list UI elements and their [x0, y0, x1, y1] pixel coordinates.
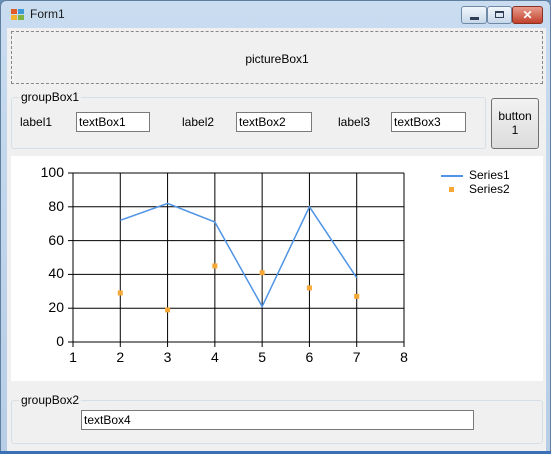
maximize-button[interactable]: [487, 6, 512, 24]
series2-point-1: [165, 307, 171, 313]
textbox1[interactable]: textBox1: [76, 112, 150, 132]
legend-series2-swatch: [438, 183, 462, 196]
y-tick-label: 100: [40, 164, 64, 180]
y-tick-label: 40: [48, 265, 64, 282]
legend-series1-swatch: [438, 169, 463, 182]
label3: label3: [338, 115, 371, 129]
x-tick-label: 1: [69, 349, 77, 365]
label2: label2: [182, 115, 215, 129]
y-tick-label: 20: [48, 299, 64, 316]
close-button[interactable]: ✕: [512, 6, 543, 24]
x-tick-label: 7: [352, 349, 361, 365]
series2-point-2: [212, 263, 218, 269]
textbox2[interactable]: textBox2: [236, 112, 312, 132]
series2-point-4: [306, 285, 312, 291]
minimize-button[interactable]: [461, 6, 487, 24]
x-tick-label: 2: [116, 349, 125, 365]
textbox3[interactable]: textBox3: [391, 112, 466, 132]
series2-point-5: [354, 293, 360, 299]
group-box-2: groupBox2 textBox4: [11, 393, 543, 444]
button1-label-line2: 1: [511, 123, 519, 137]
series2-point-3: [259, 270, 265, 276]
form-client-area: pictureBox1 groupBox1 label1 textBox1 la…: [7, 28, 546, 452]
button1-label-line1: button: [498, 109, 532, 123]
close-icon: ✕: [522, 8, 533, 22]
maximize-icon: [495, 11, 504, 18]
x-tick-label: 3: [163, 349, 172, 365]
group-box-2-caption: groupBox2: [19, 393, 82, 407]
legend-series1-label: Series1: [469, 168, 510, 182]
app-icon: [11, 9, 24, 20]
button1[interactable]: button 1: [491, 98, 539, 149]
group-box-1-caption: groupBox1: [19, 90, 82, 104]
minimize-icon: [470, 17, 479, 20]
title-bar[interactable]: Form1 ✕: [1, 1, 550, 28]
chart-plot-svg: [68, 172, 405, 347]
series2-point-0: [117, 290, 123, 296]
textbox4[interactable]: textBox4: [81, 410, 474, 430]
chart[interactable]: Series1 Series2 0 20 40 60 80 100 1 2 3 4 5 6 7 8: [11, 156, 543, 381]
form1-window: Form1 ✕ pictureBox1 groupBox1 label1 tex…: [0, 0, 551, 454]
x-tick-label: 8: [400, 349, 408, 365]
series-line-1: [120, 202, 358, 309]
y-tick-label: 60: [48, 231, 64, 248]
picture-box-label: pictureBox1: [245, 52, 309, 66]
label1: label1: [20, 115, 53, 129]
x-tick-label: 6: [305, 349, 314, 365]
window-title: Form1: [30, 7, 65, 21]
legend-series2-label: Series2: [469, 182, 510, 196]
picture-box[interactable]: pictureBox1: [11, 31, 543, 84]
x-tick-label: 5: [258, 349, 267, 365]
x-tick-label: 4: [210, 349, 219, 365]
y-tick-label: 80: [48, 197, 64, 214]
y-tick-label: 0: [56, 333, 64, 349]
group-box-1: groupBox1 label1 textBox1 label2 textBox…: [11, 90, 486, 149]
